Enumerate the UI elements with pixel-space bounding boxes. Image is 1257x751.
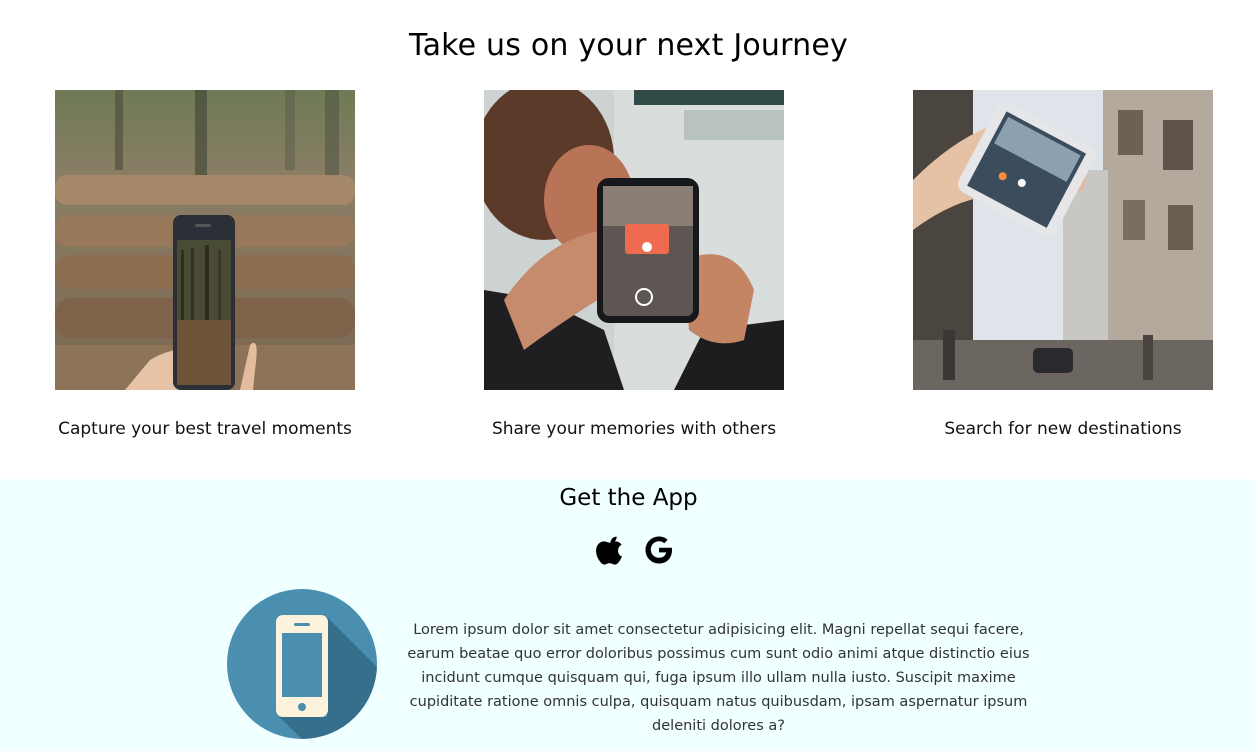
feature-card-share: Share your memories with others xyxy=(484,90,784,439)
page: Take us on your next Journey Capture you… xyxy=(0,0,1257,751)
get-app-section: Get the App Lorem ipsum dolor sit amet c… xyxy=(0,479,1257,751)
app-description: Lorem ipsum dolor sit amet consectetur a… xyxy=(407,622,1030,734)
google-icon[interactable] xyxy=(642,533,676,567)
journey-title: Take us on your next Journey xyxy=(409,28,848,63)
photo-phone-forest xyxy=(55,90,355,390)
photo-person-with-phone xyxy=(484,90,784,390)
feature-card-search: Search for new destinations xyxy=(913,90,1213,439)
apple-icon[interactable] xyxy=(594,533,628,567)
journey-section: Take us on your next Journey Capture you… xyxy=(0,0,1257,479)
feature-caption: Search for new destinations xyxy=(944,419,1182,439)
store-links xyxy=(594,533,676,567)
feature-caption: Share your memories with others xyxy=(491,419,777,439)
photo-phone-city-street xyxy=(913,90,1213,390)
feature-caption: Capture your best travel moments xyxy=(58,419,352,439)
smartphone-icon xyxy=(227,589,377,739)
app-section-title: Get the App xyxy=(559,485,698,511)
feature-card-capture: Capture your best travel moments xyxy=(55,90,355,439)
